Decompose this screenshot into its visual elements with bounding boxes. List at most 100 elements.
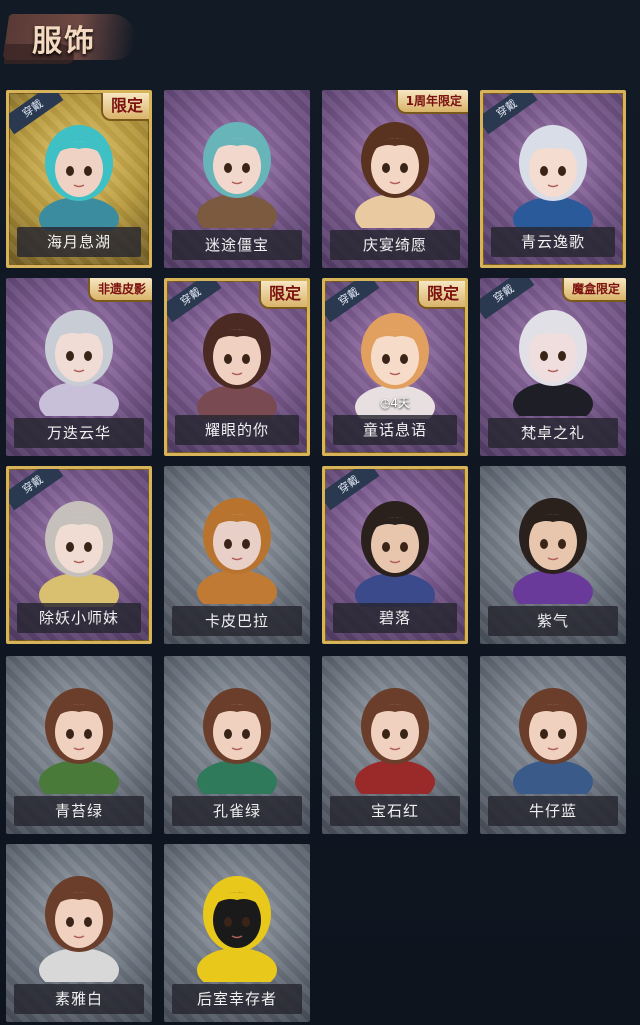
- outfit-card[interactable]: 非遗皮影万迭云华: [6, 278, 152, 456]
- outfit-name: 青云逸歌: [491, 227, 615, 257]
- portrait-body: [355, 194, 435, 228]
- portrait-body: [355, 573, 435, 607]
- limited-ribbon: 限定: [416, 281, 465, 309]
- outfit-name: 卡皮巴拉: [172, 606, 302, 636]
- portrait-body: [197, 760, 277, 794]
- outfit-card[interactable]: 卡皮巴拉: [164, 466, 310, 644]
- portrait-body: [197, 948, 277, 982]
- portrait-eye-right: [558, 539, 566, 549]
- portrait-eye-left: [66, 917, 74, 927]
- header: 服饰: [0, 0, 640, 80]
- limited-ribbon: 非遗皮影: [87, 278, 152, 302]
- portrait-eye-right: [558, 166, 566, 176]
- character-portrait: [197, 498, 277, 604]
- portrait-eye-right: [84, 542, 92, 552]
- character-portrait: [355, 688, 435, 794]
- portrait-eye-right: [84, 729, 92, 739]
- portrait-eye-left: [66, 542, 74, 552]
- outfit-card[interactable]: 穿戴 青云逸歌: [480, 90, 626, 268]
- outfit-name: 后室幸存者: [172, 984, 302, 1014]
- limited-ribbon: 1周年限定: [395, 90, 468, 114]
- portrait-eye-left: [540, 539, 548, 549]
- character-portrait: [197, 876, 277, 982]
- outfit-card[interactable]: 穿戴 魔盒限定 梵卓之礼: [480, 278, 626, 456]
- portrait-eye-left: [382, 354, 390, 364]
- portrait-eye-left: [66, 351, 74, 361]
- outfit-card[interactable]: 孔雀绿: [164, 656, 310, 834]
- portrait-eye-right: [84, 351, 92, 361]
- portrait-body: [39, 573, 119, 607]
- outfit-card[interactable]: 牛仔蓝: [480, 656, 626, 834]
- portrait-eye-left: [540, 729, 548, 739]
- portrait-eye-left: [382, 542, 390, 552]
- portrait-eye-right: [242, 539, 250, 549]
- portrait-eye-right: [400, 163, 408, 173]
- character-portrait: [513, 498, 593, 604]
- outfit-card[interactable]: 穿戴 碧落: [322, 466, 468, 644]
- outfit-card[interactable]: 素雅白: [6, 844, 152, 1022]
- character-portrait: [513, 310, 593, 416]
- portrait-eye-left: [540, 166, 548, 176]
- portrait-eye-right: [558, 729, 566, 739]
- character-portrait: [197, 313, 277, 419]
- portrait-eye-right: [84, 166, 92, 176]
- portrait-eye-left: [66, 729, 74, 739]
- outfit-name: 童话息语: [333, 415, 457, 445]
- character-portrait: [513, 688, 593, 794]
- portrait-body: [513, 760, 593, 794]
- outfit-card[interactable]: 后室幸存者: [164, 844, 310, 1022]
- limited-ribbon: 魔盒限定: [561, 278, 626, 302]
- outfit-page: 服饰 穿戴 限定 海月息湖 迷途僵宝 1周年限定 庆宴绮愿 穿戴 青云逸歌 非遗皮影 万迭云华 穿戴…: [0, 0, 640, 1025]
- character-portrait: [39, 501, 119, 607]
- outfit-name: 除妖小师妹: [17, 603, 141, 633]
- outfit-name: 孔雀绿: [172, 796, 302, 826]
- outfit-name: 素雅白: [14, 984, 144, 1014]
- portrait-eye-right: [84, 917, 92, 927]
- portrait-body: [39, 382, 119, 416]
- outfit-name: 迷途僵宝: [172, 230, 302, 260]
- outfit-card[interactable]: 青苔绿: [6, 656, 152, 834]
- outfit-name: 万迭云华: [14, 418, 144, 448]
- outfit-name: 宝石红: [330, 796, 460, 826]
- portrait-eye-left: [224, 917, 232, 927]
- limited-ribbon: 限定: [258, 281, 307, 309]
- outfit-card[interactable]: 穿戴 限定 耀眼的你: [164, 278, 310, 456]
- outfit-card[interactable]: 穿戴 限定 ◷4天 童话息语: [322, 278, 468, 456]
- portrait-body: [197, 194, 277, 228]
- portrait-eye-right: [400, 354, 408, 364]
- portrait-eye-right: [242, 163, 250, 173]
- portrait-eye-left: [224, 354, 232, 364]
- character-portrait: [355, 501, 435, 607]
- outfit-card[interactable]: 1周年限定 庆宴绮愿: [322, 90, 468, 268]
- portrait-eye-right: [400, 729, 408, 739]
- portrait-eye-left: [382, 729, 390, 739]
- portrait-body: [513, 382, 593, 416]
- portrait-body: [39, 197, 119, 231]
- outfit-name: 紫气: [488, 606, 618, 636]
- portrait-eye-left: [224, 539, 232, 549]
- portrait-eye-right: [242, 354, 250, 364]
- outfit-name: 海月息湖: [17, 227, 141, 257]
- portrait-eye-left: [540, 351, 548, 361]
- portrait-eye-left: [382, 163, 390, 173]
- portrait-eye-left: [224, 163, 232, 173]
- portrait-eye-right: [242, 729, 250, 739]
- portrait-body: [513, 197, 593, 231]
- portrait-body: [197, 570, 277, 604]
- portrait-eye-left: [224, 729, 232, 739]
- character-portrait: [39, 310, 119, 416]
- outfit-card[interactable]: 穿戴 除妖小师妹: [6, 466, 152, 644]
- page-title: 服饰: [32, 24, 96, 59]
- character-portrait: [39, 125, 119, 231]
- outfit-card[interactable]: 紫气: [480, 466, 626, 644]
- limited-ribbon: 限定: [100, 93, 149, 121]
- portrait-eye-right: [400, 542, 408, 552]
- portrait-body: [355, 760, 435, 794]
- outfit-name: 牛仔蓝: [488, 796, 618, 826]
- outfit-name: 青苔绿: [14, 796, 144, 826]
- character-portrait: [513, 125, 593, 231]
- outfit-card[interactable]: 穿戴 限定 海月息湖: [6, 90, 152, 268]
- portrait-eye-right: [242, 917, 250, 927]
- outfit-card[interactable]: 宝石红: [322, 656, 468, 834]
- outfit-card[interactable]: 迷途僵宝: [164, 90, 310, 268]
